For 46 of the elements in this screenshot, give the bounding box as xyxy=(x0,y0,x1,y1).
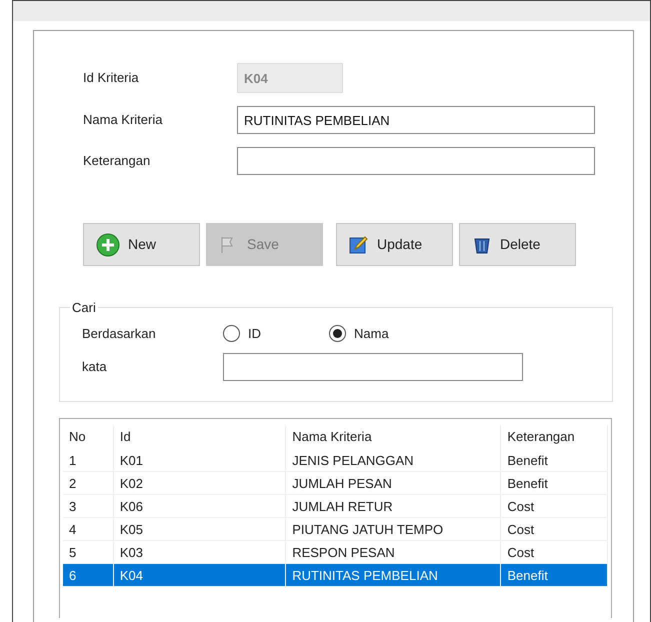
field-label: Nama Kriteria xyxy=(83,111,164,130)
toolbar-button[interactable]: Update xyxy=(336,223,453,266)
table-row[interactable]: 4 K05 PIUTANG JATUH TEMPO Cost xyxy=(63,518,608,541)
plus-icon xyxy=(96,232,120,256)
table-cell: Cost xyxy=(501,495,608,517)
table-cell: JUMLAH RETUR xyxy=(286,495,502,517)
text-field[interactable] xyxy=(237,147,595,175)
table-cell: 1 xyxy=(63,449,114,471)
field-label: Id Kriteria xyxy=(83,69,140,88)
table-row[interactable]: 6 K04 RUTINITAS PEMBELIAN Benefit xyxy=(63,564,608,587)
table-cell: 3 xyxy=(63,495,114,517)
radio-option[interactable]: Nama xyxy=(329,324,435,343)
table-row[interactable]: 1 K01 JENIS PELANGGAN Benefit xyxy=(63,449,608,472)
toolbar-button[interactable]: Delete xyxy=(459,223,576,266)
table-cell: K06 xyxy=(114,495,286,517)
table-cell: JUMLAH PESAN xyxy=(286,472,502,494)
toolbar-button[interactable]: New xyxy=(83,223,200,266)
radio-option[interactable]: ID xyxy=(223,324,329,343)
edit-icon xyxy=(349,234,369,254)
field-label: Keterangan xyxy=(83,152,152,170)
table-cell: K02 xyxy=(114,472,286,494)
table-row[interactable]: 3 K06 JUMLAH RETUR Cost xyxy=(63,495,608,518)
table-cell: 4 xyxy=(63,518,114,540)
table-cell: K03 xyxy=(114,541,286,563)
table-cell: 5 xyxy=(63,541,114,563)
table-cell: Cost xyxy=(501,541,608,563)
table-cell: PIUTANG JATUH TEMPO xyxy=(286,518,502,540)
field-label: kata xyxy=(82,358,108,376)
table-cell: 2 xyxy=(63,472,114,494)
field-label: Berdasarkan xyxy=(82,324,157,342)
search-field[interactable] xyxy=(223,353,523,381)
table-cell: JENIS PELANGGAN xyxy=(286,449,502,471)
table-cell: Benefit xyxy=(501,449,608,471)
table-cell: RUTINITAS PEMBELIAN xyxy=(286,564,502,586)
table-row[interactable]: 2 K02 JUMLAH PESAN Benefit xyxy=(63,472,608,495)
table-cell: K05 xyxy=(114,518,286,540)
text-field[interactable]: RUTINITAS PEMBELIAN xyxy=(237,106,595,134)
table-cell: Benefit xyxy=(501,564,608,586)
table-cell: Benefit xyxy=(501,472,608,494)
group-title: Cari xyxy=(71,299,97,317)
table-cell: K01 xyxy=(114,449,286,471)
table-cell: Cost xyxy=(501,518,608,540)
table-cell: K04 xyxy=(114,564,286,586)
table-cell: 6 xyxy=(63,564,114,586)
table-cell: RESPON PESAN xyxy=(286,541,502,563)
table-row[interactable]: 5 K03 RESPON PESAN Cost xyxy=(63,541,608,564)
